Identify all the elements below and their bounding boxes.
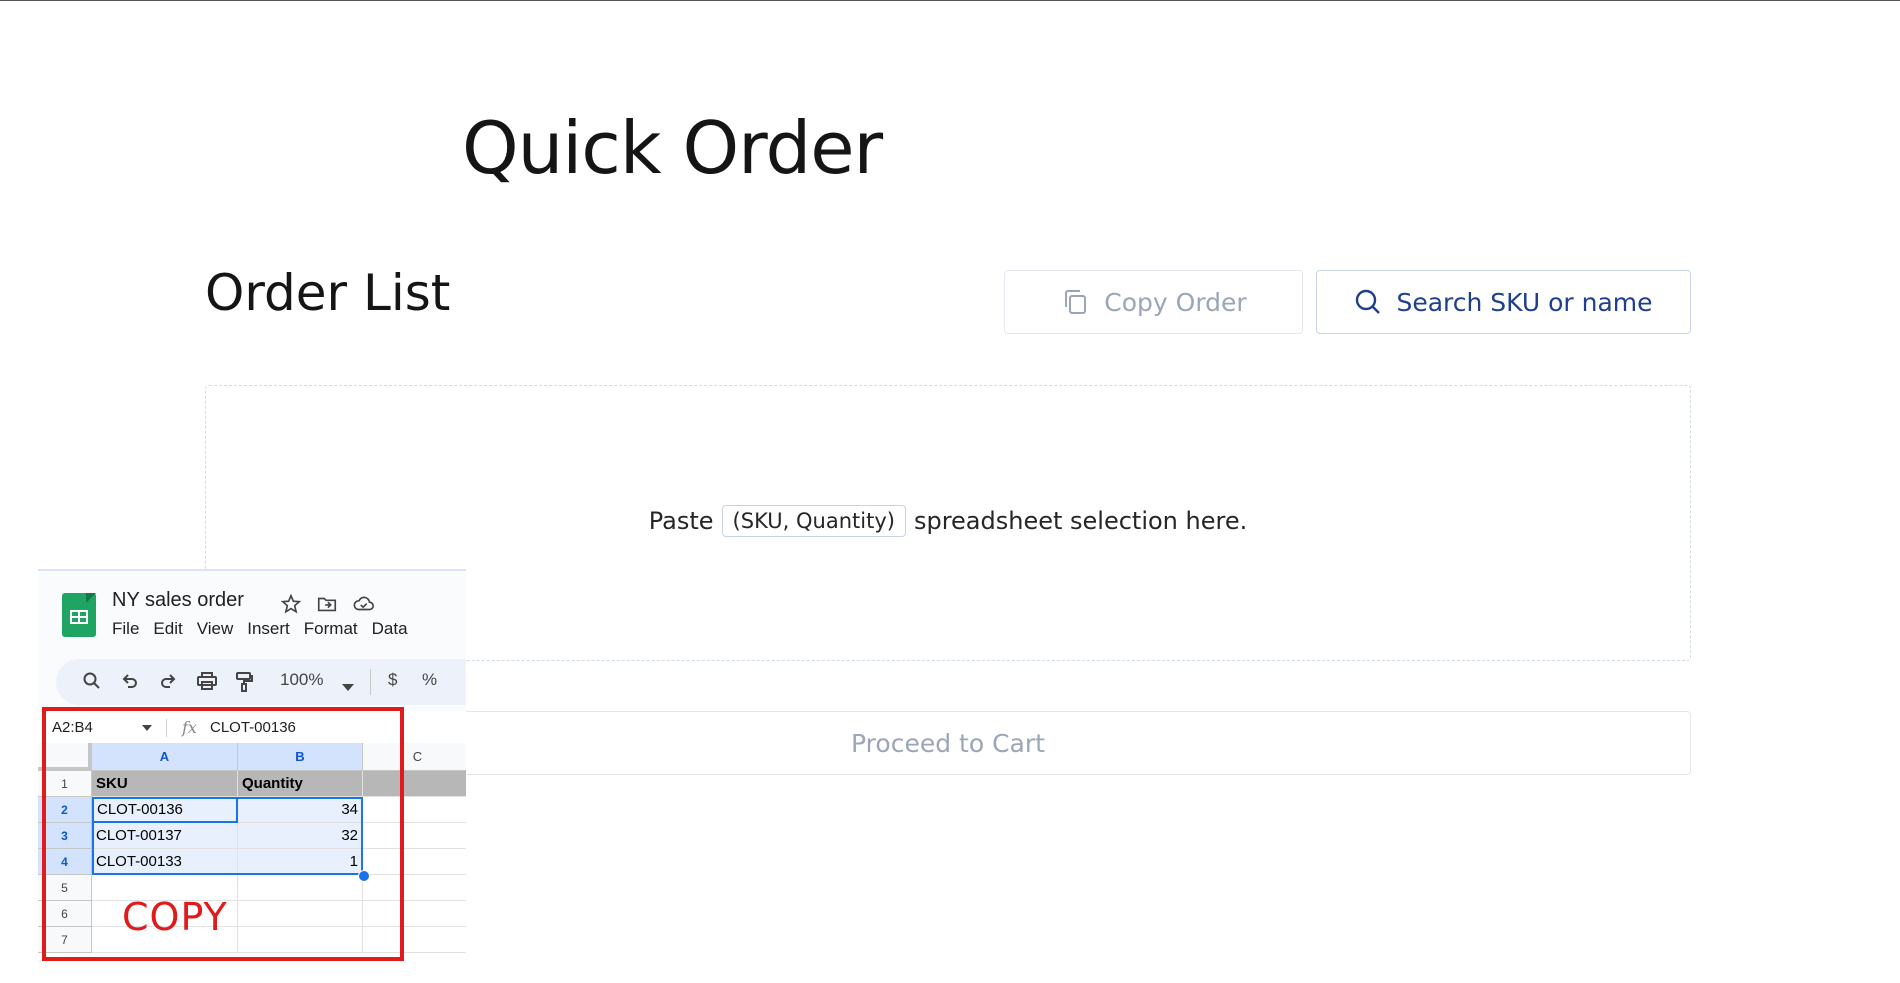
currency-format-button[interactable]: $ bbox=[388, 670, 397, 690]
copy-order-label: Copy Order bbox=[1104, 287, 1247, 317]
star-icon[interactable] bbox=[280, 593, 302, 615]
print-icon[interactable] bbox=[196, 671, 218, 696]
cell-b2[interactable]: 34 bbox=[238, 797, 363, 823]
formula-divider bbox=[166, 719, 167, 737]
menu-file[interactable]: File bbox=[112, 619, 139, 639]
cell-b6[interactable] bbox=[238, 901, 363, 927]
row-header-2[interactable]: 2 bbox=[38, 797, 92, 823]
name-box-chevron-icon[interactable] bbox=[142, 725, 152, 731]
row-header-6[interactable]: 6 bbox=[38, 901, 92, 927]
select-all-corner[interactable] bbox=[38, 743, 92, 771]
formula-bar: A2:B4 fx CLOT-00136 bbox=[38, 711, 466, 744]
search-menus-icon[interactable] bbox=[82, 671, 102, 696]
zoom-chevron-down-icon[interactable] bbox=[342, 679, 354, 697]
sku-quantity-chip: (SKU, Quantity) bbox=[721, 505, 906, 537]
sheet-doc-title[interactable]: NY sales order bbox=[112, 589, 244, 612]
menu-data[interactable]: Data bbox=[372, 619, 408, 639]
row-header-1[interactable]: 1 bbox=[38, 771, 92, 797]
top-border bbox=[0, 0, 1900, 1]
paste-prefix: Paste bbox=[648, 507, 714, 535]
row-header-5[interactable]: 5 bbox=[38, 875, 92, 901]
cell-c4[interactable] bbox=[363, 849, 466, 875]
sheet-menubar: File Edit View Insert Format Data bbox=[112, 619, 408, 639]
column-header-c[interactable]: C bbox=[363, 743, 466, 771]
cell-c2[interactable] bbox=[363, 797, 466, 823]
copy-order-button[interactable]: Copy Order bbox=[1004, 270, 1303, 334]
cell-b4[interactable]: 1 bbox=[238, 849, 363, 875]
cell-a1[interactable]: SKU bbox=[92, 771, 238, 797]
copy-annotation-label: COPY bbox=[122, 895, 228, 939]
row-header-3[interactable]: 3 bbox=[38, 823, 92, 849]
paste-suffix: spreadsheet selection here. bbox=[913, 507, 1248, 535]
cell-c1[interactable] bbox=[363, 771, 466, 797]
page-title: Quick Order bbox=[462, 106, 883, 190]
title-icons bbox=[280, 593, 376, 615]
fx-icon: fx bbox=[182, 718, 197, 737]
name-box[interactable]: A2:B4 bbox=[52, 719, 93, 736]
order-list-title: Order List bbox=[205, 264, 451, 322]
move-to-folder-icon[interactable] bbox=[316, 593, 338, 615]
sheet-toolbar: 100% $ % bbox=[56, 659, 466, 705]
spreadsheet-window: NY sales order File Edit View Insert For… bbox=[38, 569, 466, 983]
row-header-7[interactable]: 7 bbox=[38, 927, 92, 953]
cell-b7[interactable] bbox=[238, 927, 363, 953]
formula-input[interactable]: CLOT-00136 bbox=[210, 719, 296, 736]
menu-insert[interactable]: Insert bbox=[247, 619, 290, 639]
column-header-a[interactable]: A bbox=[92, 743, 238, 771]
menu-edit[interactable]: Edit bbox=[153, 619, 182, 639]
menu-view[interactable]: View bbox=[197, 619, 234, 639]
cell-b3[interactable]: 32 bbox=[238, 823, 363, 849]
undo-icon[interactable] bbox=[120, 671, 140, 696]
cell-b5[interactable] bbox=[238, 875, 363, 901]
cell-c3[interactable] bbox=[363, 823, 466, 849]
cell-a3[interactable]: CLOT-00137 bbox=[92, 823, 238, 849]
cloud-status-icon[interactable] bbox=[352, 593, 376, 615]
cell-c6[interactable] bbox=[363, 901, 466, 927]
redo-icon[interactable] bbox=[158, 671, 178, 696]
percent-format-button[interactable]: % bbox=[422, 670, 437, 690]
fill-handle[interactable] bbox=[358, 870, 370, 882]
menu-format[interactable]: Format bbox=[304, 619, 358, 639]
cell-c5[interactable] bbox=[363, 875, 466, 901]
zoom-select[interactable]: 100% bbox=[280, 670, 323, 690]
paste-instructions: Paste (SKU, Quantity) spreadsheet select… bbox=[206, 505, 1690, 537]
row-header-4[interactable]: 4 bbox=[38, 849, 92, 875]
cell-c7[interactable] bbox=[363, 927, 466, 953]
toolbar-divider bbox=[370, 669, 371, 695]
column-header-b[interactable]: B bbox=[238, 743, 363, 771]
search-icon bbox=[1354, 288, 1382, 316]
sheets-logo-icon bbox=[62, 593, 96, 637]
copy-icon bbox=[1060, 287, 1090, 317]
search-sku-button[interactable]: Search SKU or name bbox=[1316, 270, 1691, 334]
sheet-grid: A B C 1 2 3 4 5 6 7 SKU Quantity CLOT-00… bbox=[38, 743, 466, 983]
paint-format-icon[interactable] bbox=[234, 671, 254, 698]
cell-b1[interactable]: Quantity bbox=[238, 771, 363, 797]
search-sku-label: Search SKU or name bbox=[1396, 287, 1653, 317]
cell-a2[interactable]: CLOT-00136 bbox=[92, 797, 238, 823]
cell-a4[interactable]: CLOT-00133 bbox=[92, 849, 238, 875]
